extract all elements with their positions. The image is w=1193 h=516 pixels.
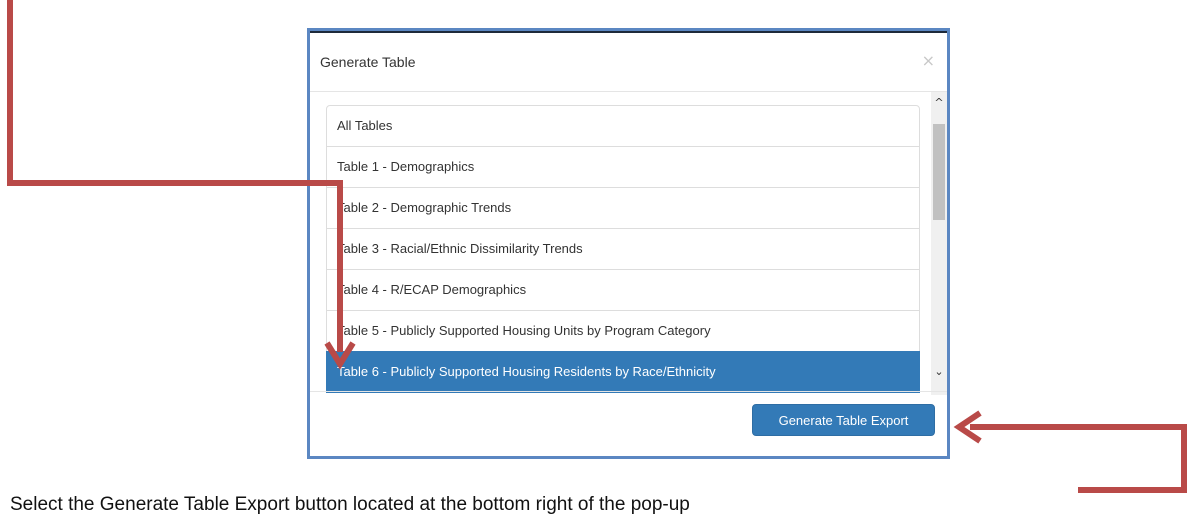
- arrow-to-table-6: [7, 0, 343, 352]
- arrow-to-export-button: [970, 424, 1187, 493]
- annotation-arrows: [7, 0, 1187, 493]
